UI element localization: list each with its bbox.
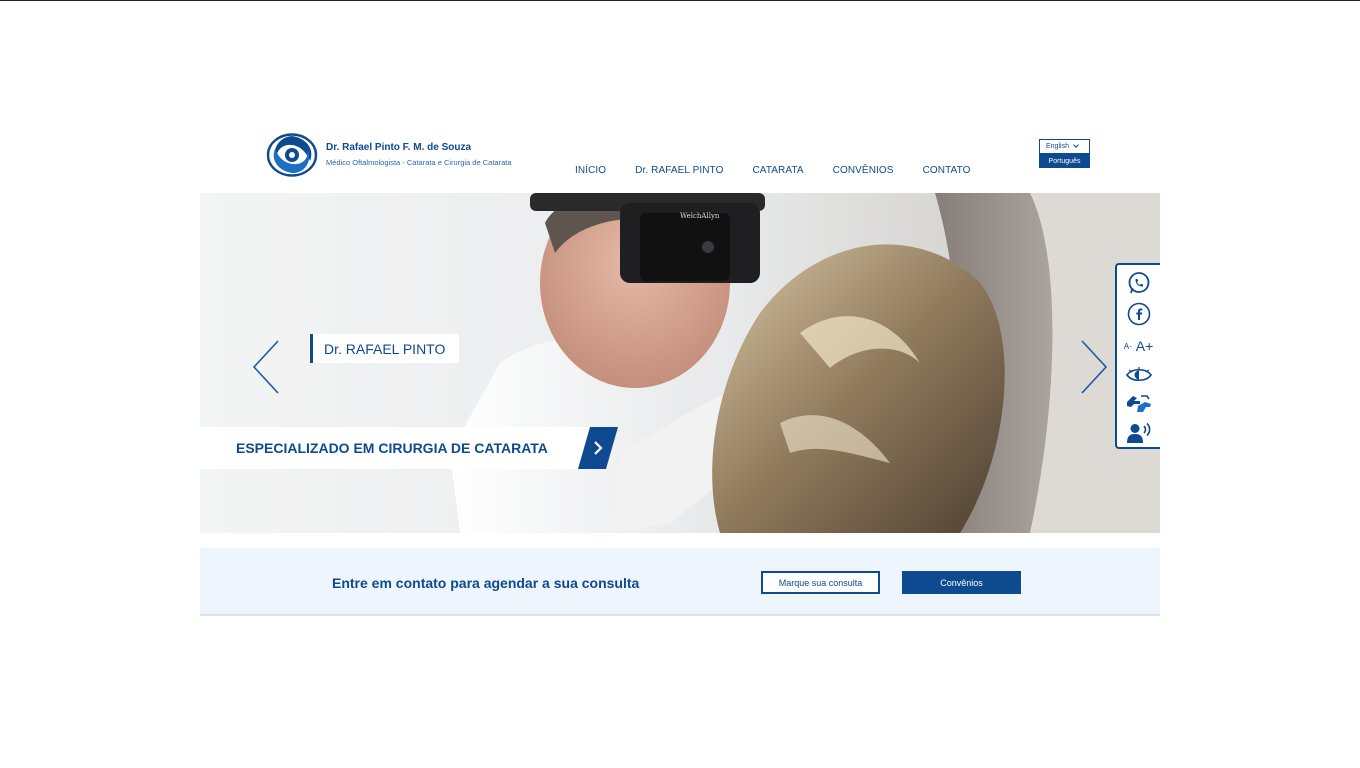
nav-item-contato[interactable]: CONTATO [923, 165, 971, 176]
nav-item-catarata[interactable]: CATARATA [752, 165, 803, 176]
hero-tag: Dr. RAFAEL PINTO [310, 334, 460, 363]
whatsapp-button[interactable] [1117, 270, 1160, 296]
device-label: WelchAllyn [680, 212, 720, 220]
nav-item-convenios[interactable]: CONVÊNIOS [833, 165, 894, 176]
language-selector: English Português [1039, 139, 1090, 168]
nav-item-inicio[interactable]: INÍCIO [575, 165, 606, 176]
site-header: Dr. Rafael Pinto F. M. de Souza Médico O… [200, 128, 1160, 192]
screen-reader-button[interactable] [1117, 420, 1160, 446]
cta-text: Entre em contato para agendar a sua cons… [332, 575, 640, 591]
font-size-controls: A- A+ [1117, 333, 1160, 359]
font-increase-button[interactable]: A+ [1136, 338, 1154, 354]
whatsapp-icon [1128, 272, 1149, 294]
hero-slider: WelchAllyn Dr. RAFAEL PINTO ESPECIALIZAD… [200, 193, 1160, 533]
nav-item-dr-rafael-pinto[interactable]: Dr. RAFAEL PINTO [635, 165, 723, 176]
logo-icon[interactable] [266, 133, 318, 177]
hero-banner-text: ESPECIALIZADO EM CIRURGIA DE CATARATA [236, 440, 548, 456]
language-option-portugues[interactable]: Português [1039, 154, 1090, 168]
language-current[interactable]: English [1039, 139, 1090, 154]
facebook-button[interactable] [1117, 301, 1160, 327]
chevron-down-icon [1073, 142, 1079, 148]
sign-language-icon [1126, 395, 1151, 412]
language-current-label: English [1046, 143, 1069, 150]
hero-banner-arrow-button[interactable] [578, 427, 620, 469]
slider-next-arrow-icon[interactable] [1078, 339, 1110, 395]
contact-cta-band: Entre em contato para agendar a sua cons… [200, 548, 1160, 616]
facebook-icon [1127, 302, 1150, 326]
slider-prev-arrow-icon[interactable] [250, 339, 282, 395]
sign-language-button[interactable] [1117, 390, 1160, 416]
screen-reader-icon [1126, 422, 1150, 443]
accessibility-toolbar: A- A+ [1115, 263, 1160, 449]
font-decrease-button[interactable]: A- [1124, 342, 1132, 351]
brand-name[interactable]: Dr. Rafael Pinto F. M. de Souza [326, 142, 471, 153]
contrast-eye-icon [1125, 367, 1152, 382]
contrast-button[interactable] [1117, 362, 1160, 388]
convenios-button[interactable]: Convênios [902, 571, 1021, 594]
brand-subtitle: Médico Oftalmologista - Catarata e Cirur… [326, 158, 512, 167]
main-nav: INÍCIO Dr. RAFAEL PINTO CATARATA CONVÊNI… [575, 165, 999, 176]
hero-banner: ESPECIALIZADO EM CIRURGIA DE CATARATA [200, 427, 618, 469]
hero-image: WelchAllyn [450, 193, 1160, 533]
top-border [0, 0, 1360, 1]
schedule-appointment-button[interactable]: Marque sua consulta [761, 571, 880, 594]
